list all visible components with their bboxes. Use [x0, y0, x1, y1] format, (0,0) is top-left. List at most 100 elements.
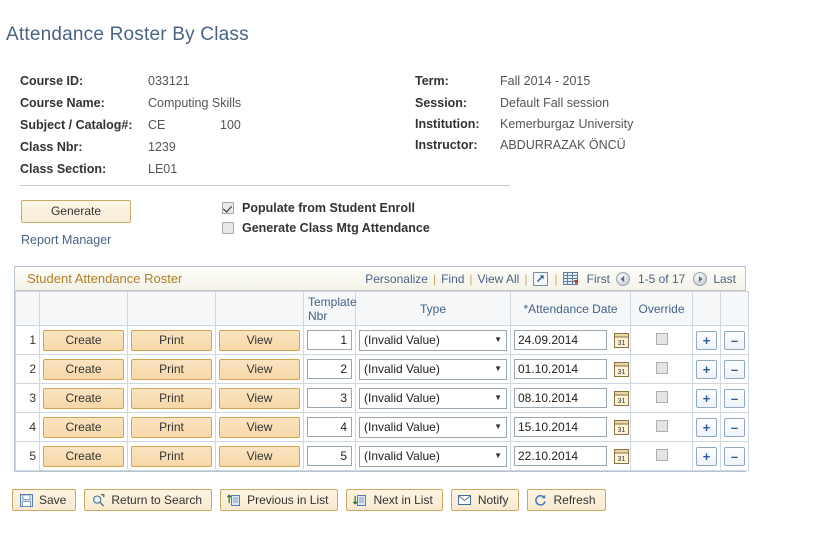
override-checkbox[interactable] [655, 390, 668, 403]
find-link[interactable]: Find [437, 272, 468, 286]
plus-icon: + [702, 332, 711, 348]
minus-icon: – [730, 332, 739, 348]
chevron-down-icon: ▼ [494, 335, 502, 344]
col-header-print [127, 291, 216, 326]
print-button[interactable]: Print [131, 387, 212, 409]
template-nbr-input[interactable] [307, 446, 352, 466]
save-disk-icon [19, 493, 33, 507]
next-in-list-icon [353, 493, 367, 507]
type-select[interactable]: (Invalid Value) ▼ [359, 445, 507, 467]
view-button[interactable]: View [219, 358, 300, 380]
template-nbr-input[interactable] [307, 330, 352, 350]
print-button[interactable]: Print [131, 329, 212, 351]
attendance-date-input[interactable] [514, 359, 607, 379]
previous-in-list-button[interactable]: Previous in List [220, 489, 339, 511]
create-button[interactable]: Create [43, 445, 124, 467]
report-manager-link[interactable]: Report Manager [21, 233, 111, 247]
notify-button[interactable]: Notify [450, 489, 519, 511]
view-button[interactable]: View [219, 387, 300, 409]
remove-row-button[interactable]: – [724, 417, 745, 437]
add-row-button[interactable]: + [696, 388, 717, 408]
header-field-session: Session: Default Fall session [415, 92, 815, 114]
create-button[interactable]: Create [43, 387, 124, 409]
save-button[interactable]: Save [12, 489, 77, 511]
view-button[interactable]: View [219, 445, 300, 467]
next-in-list-button[interactable]: Next in List [346, 489, 443, 511]
create-button[interactable]: Create [43, 358, 124, 380]
table-row: 4 Create Print View (Invalid Value) ▼ [15, 412, 749, 442]
last-link[interactable]: Last [710, 272, 739, 286]
student-attendance-roster-grid: Student Attendance Roster Personalize | … [14, 266, 749, 472]
minus-icon: – [730, 361, 739, 377]
attendance-date-input[interactable] [514, 388, 607, 408]
attendance-date-input[interactable] [514, 417, 607, 437]
first-link[interactable]: First [584, 272, 613, 286]
create-button[interactable]: Create [43, 416, 124, 438]
save-button-label: Save [39, 493, 67, 507]
remove-row-button[interactable]: – [724, 359, 745, 379]
calendar-icon[interactable]: 31 [614, 361, 629, 377]
svg-text:31: 31 [618, 427, 626, 434]
refresh-icon [534, 493, 548, 507]
type-select[interactable]: (Invalid Value) ▼ [359, 416, 507, 438]
generate-class-mtg-attendance-row[interactable]: Generate Class Mtg Attendance [222, 221, 430, 235]
override-checkbox[interactable] [655, 419, 668, 432]
class-section-label: Class Section: [20, 162, 107, 176]
override-checkbox[interactable] [655, 448, 668, 461]
expand-grid-icon[interactable] [532, 271, 549, 287]
personalize-link[interactable]: Personalize [361, 272, 432, 286]
add-row-button[interactable]: + [696, 446, 717, 466]
calendar-icon[interactable]: 31 [614, 419, 629, 435]
plus-icon: + [702, 390, 711, 406]
template-nbr-input[interactable] [307, 388, 352, 408]
refresh-button[interactable]: Refresh [526, 489, 606, 511]
populate-from-student-enroll-row[interactable]: Populate from Student Enroll [222, 201, 415, 215]
add-row-button[interactable]: + [696, 359, 717, 379]
remove-row-button[interactable]: – [724, 446, 745, 466]
return-to-search-button[interactable]: Return to Search [84, 489, 213, 511]
type-select-value: (Invalid Value) [364, 362, 440, 376]
bottom-toolbar: Save Return to Search Previous in List N… [12, 489, 614, 511]
svg-text:31: 31 [618, 369, 626, 376]
attendance-date-input[interactable] [514, 330, 607, 350]
next-page-arrow-icon[interactable] [693, 272, 708, 286]
download-spreadsheet-icon[interactable] [563, 271, 580, 287]
type-select[interactable]: (Invalid Value) ▼ [359, 329, 507, 351]
remove-row-button[interactable]: – [724, 388, 745, 408]
view-all-link[interactable]: View All [474, 272, 524, 286]
add-row-button[interactable]: + [696, 417, 717, 437]
generate-button[interactable]: Generate [21, 200, 131, 223]
template-nbr-input[interactable] [307, 359, 352, 379]
plus-icon: + [702, 448, 711, 464]
svg-text:31: 31 [618, 456, 626, 463]
notify-label: Notify [477, 493, 509, 507]
calendar-icon[interactable]: 31 [614, 332, 629, 348]
col-header-rownum [15, 291, 40, 326]
create-button[interactable]: Create [43, 329, 124, 351]
row-number: 3 [15, 383, 40, 413]
print-button[interactable]: Print [131, 416, 212, 438]
return-to-search-label: Return to Search [111, 493, 203, 507]
add-row-button[interactable]: + [696, 330, 717, 350]
table-row: 2 Create Print View (Invalid Value) ▼ [15, 354, 749, 384]
override-checkbox[interactable] [655, 332, 668, 345]
template-nbr-input[interactable] [307, 417, 352, 437]
attendance-date-input[interactable] [514, 446, 607, 466]
chevron-down-icon: ▼ [494, 393, 502, 402]
view-button[interactable]: View [219, 329, 300, 351]
chevron-down-icon: ▼ [494, 364, 502, 373]
calendar-icon[interactable]: 31 [614, 448, 629, 464]
override-checkbox[interactable] [655, 361, 668, 374]
populate-from-student-enroll-checkbox[interactable] [222, 202, 234, 214]
print-button[interactable]: Print [131, 445, 212, 467]
generate-class-mtg-attendance-checkbox[interactable] [222, 222, 234, 234]
institution-label: Institution: [415, 117, 480, 131]
remove-row-button[interactable]: – [724, 330, 745, 350]
calendar-icon[interactable]: 31 [614, 390, 629, 406]
notify-envelope-icon [458, 493, 472, 507]
previous-page-arrow-icon[interactable] [615, 272, 630, 286]
print-button[interactable]: Print [131, 358, 212, 380]
view-button[interactable]: View [219, 416, 300, 438]
type-select[interactable]: (Invalid Value) ▼ [359, 387, 507, 409]
type-select[interactable]: (Invalid Value) ▼ [359, 358, 507, 380]
